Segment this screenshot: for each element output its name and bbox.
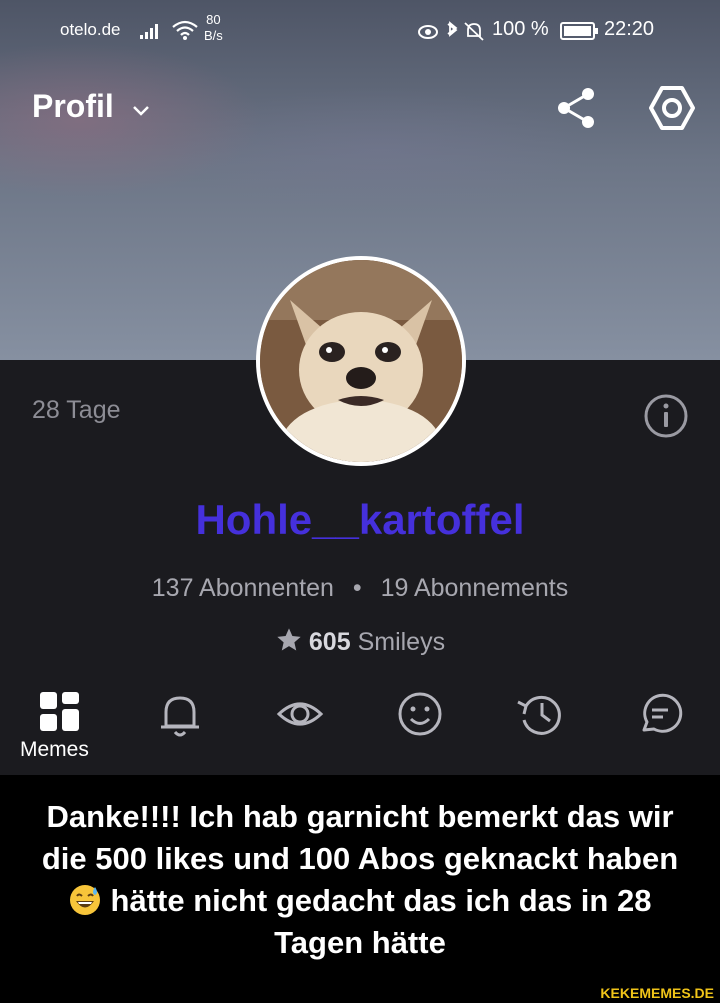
follow-stats: 137 Abonnenten • 19 Abonnements bbox=[0, 574, 720, 603]
separator-dot: • bbox=[352, 574, 362, 602]
tab-notifications[interactable] bbox=[156, 690, 208, 742]
clock: 22:20 bbox=[604, 18, 655, 40]
tab-comments[interactable] bbox=[636, 690, 688, 742]
hexagon-settings-icon bbox=[649, 86, 695, 130]
tab-viewed[interactable] bbox=[276, 690, 328, 742]
following-count[interactable]: 19 Abonnements bbox=[381, 574, 569, 602]
star-icon bbox=[275, 626, 303, 661]
username: Hohle__kartoffel bbox=[195, 496, 525, 543]
network-rate-value: 80 bbox=[206, 12, 221, 27]
caption-line-4: Tagen hätte bbox=[274, 925, 446, 960]
carrier-name: otelo.de bbox=[60, 20, 121, 39]
meme-caption: Danke!!!! Ich hab garnicht bemerkt das w… bbox=[0, 796, 720, 964]
eye-icon bbox=[276, 702, 324, 726]
comment-icon bbox=[642, 693, 683, 733]
caption-line-3-text: hätte nicht gedacht das ich das in 28 bbox=[110, 883, 652, 918]
grid-icon bbox=[40, 692, 79, 731]
signal-icon bbox=[139, 22, 163, 46]
watermark: KEKEMEMES.DE bbox=[600, 985, 714, 1001]
caption-line-1: Danke!!!! Ich hab garnicht bemerkt das w… bbox=[46, 799, 674, 834]
settings-button[interactable] bbox=[646, 82, 698, 134]
info-icon bbox=[644, 394, 688, 438]
share-button[interactable] bbox=[552, 84, 600, 132]
smileys-label: Smileys bbox=[357, 628, 446, 656]
wifi-icon bbox=[171, 19, 199, 47]
avatar[interactable] bbox=[256, 256, 466, 466]
smileys-stat: 605 Smileys bbox=[0, 626, 720, 661]
caption-line-3: hätte nicht gedacht das ich das in 28 bbox=[0, 880, 720, 922]
dog-avatar-image bbox=[260, 260, 462, 462]
sweat-smile-emoji-icon bbox=[69, 884, 101, 916]
caption-line-2: die 500 likes und 100 Abos geknackt habe… bbox=[41, 841, 679, 876]
network-rate-unit: B/s bbox=[204, 28, 223, 43]
battery-percent: 100 % bbox=[492, 18, 549, 40]
profile-screen: otelo.de 80 B/s 100 % 22:20 Profil 28 Ta… bbox=[0, 0, 720, 775]
smiley-icon bbox=[398, 692, 442, 736]
smileys-count: 605 bbox=[308, 628, 351, 656]
bell-icon bbox=[161, 696, 199, 737]
chevron-down-icon[interactable] bbox=[132, 104, 150, 122]
page-title[interactable]: Profil bbox=[32, 88, 114, 125]
tab-memes-label: Memes bbox=[20, 738, 89, 761]
share-icon bbox=[558, 88, 594, 128]
status-bar: otelo.de 80 B/s 100 % 22:20 bbox=[0, 0, 720, 60]
history-icon bbox=[517, 695, 561, 735]
followers-count[interactable]: 137 Abonnenten bbox=[152, 574, 334, 602]
battery-icon bbox=[560, 21, 600, 47]
status-icons bbox=[418, 20, 488, 48]
tab-history[interactable] bbox=[514, 690, 566, 742]
account-age: 28 Tage bbox=[32, 396, 121, 424]
tab-smileys[interactable] bbox=[396, 690, 448, 742]
network-rate: 80 B/s bbox=[204, 12, 223, 44]
tab-memes[interactable] bbox=[38, 690, 90, 742]
info-button[interactable] bbox=[642, 392, 690, 440]
